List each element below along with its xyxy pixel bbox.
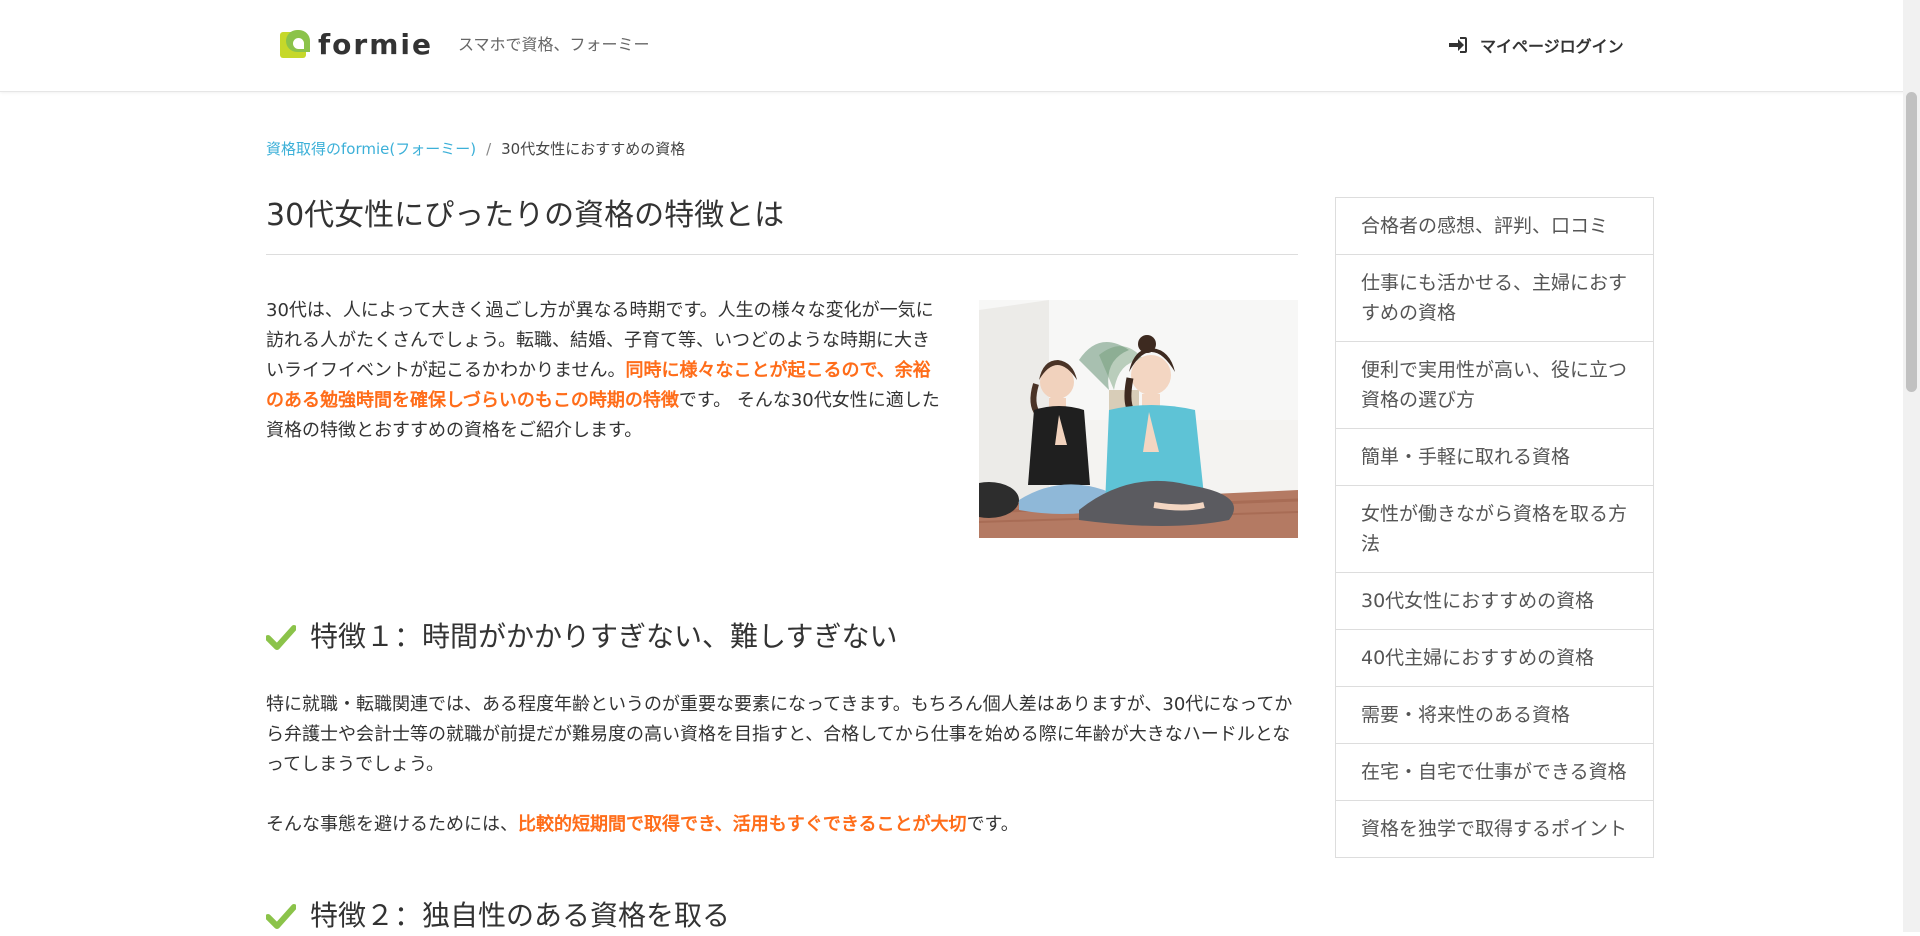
para2-highlight: 比較的短期間で取得でき、活用もすぐできることが大切 xyxy=(518,814,967,835)
page-scrollbar[interactable] xyxy=(1903,0,1920,932)
sidebar-item-working-women[interactable]: 女性が働きながら資格を取る方法 xyxy=(1336,486,1653,573)
sidebar-item-useful[interactable]: 便利で実用性が高い、役に立つ資格の選び方 xyxy=(1336,342,1653,429)
sign-in-icon xyxy=(1449,37,1467,53)
para2-text-end: です。 xyxy=(966,814,1019,835)
scrollbar-thumb[interactable] xyxy=(1906,92,1917,392)
feature2-heading-text: 特徴２：独自性のある資格を取る xyxy=(310,899,731,932)
sidebar-item-reviews[interactable]: 合格者の感想、評判、口コミ xyxy=(1336,198,1653,255)
breadcrumb-separator: / xyxy=(486,140,492,158)
feature1-paragraph-1: 特に就職・転職関連では、ある程度年齢というのが重要な要素になってきます。もちろん… xyxy=(266,694,1293,775)
sidebar-item-work-from-home[interactable]: 在宅・自宅で仕事ができる資格 xyxy=(1336,744,1653,801)
yoga-women-image xyxy=(979,300,1298,538)
main-content: 30代女性にぴったりの資格の特徴とは 30代は、人によって大きく過ごし方が異なる… xyxy=(266,196,1298,932)
site-header: formie スマホで資格、フォーミー マイページログイン xyxy=(0,0,1920,92)
checkmark-icon xyxy=(266,904,296,929)
sidebar-menu: 合格者の感想、評判、口コミ 仕事にも活かせる、主婦におすすめの資格 便利で実用性… xyxy=(1335,197,1654,858)
login-label: マイページログイン xyxy=(1480,37,1624,56)
sidebar-item-40s-housewife[interactable]: 40代主婦におすすめの資格 xyxy=(1336,630,1653,687)
breadcrumb: 資格取得のformie(フォーミー) / 30代女性におすすめの資格 xyxy=(266,138,685,160)
sidebar-item-easy[interactable]: 簡単・手軽に取れる資格 xyxy=(1336,429,1653,486)
feature1-paragraph-2: そんな事態を避けるためには、比較的短期間で取得でき、活用もすぐできることが大切で… xyxy=(266,810,1298,840)
feature1-heading: 特徴１：時間がかかりすぎない、難しすぎない xyxy=(266,617,897,657)
formie-logo-icon xyxy=(280,30,310,60)
formie-logo[interactable]: formie xyxy=(280,28,433,62)
breadcrumb-home-link[interactable]: 資格取得のformie(フォーミー) xyxy=(266,138,476,160)
sidebar-item-self-study[interactable]: 資格を独学で取得するポイント xyxy=(1336,801,1653,858)
para2-text: そんな事態を避けるためには、 xyxy=(266,814,518,835)
page-title: 30代女性にぴったりの資格の特徴とは xyxy=(266,196,1298,255)
intro-paragraph: 30代は、人によって大きく過ごし方が異なる時期です。人生の様々な変化が一気に訪れ… xyxy=(266,296,946,446)
site-tagline: スマホで資格、フォーミー xyxy=(458,35,650,54)
feature1-heading-text: 特徴１：時間がかかりすぎない、難しすぎない xyxy=(310,620,898,653)
logo-text: formie xyxy=(318,28,433,61)
sidebar-item-housewife[interactable]: 仕事にも活かせる、主婦におすすめの資格 xyxy=(1336,255,1653,342)
checkmark-icon xyxy=(266,625,296,650)
mypage-login-link[interactable]: マイページログイン xyxy=(1448,32,1624,58)
sidebar-item-30s-women[interactable]: 30代女性におすすめの資格 xyxy=(1336,573,1653,630)
feature2-heading: 特徴２：独自性のある資格を取る xyxy=(266,896,730,936)
breadcrumb-current: 30代女性におすすめの資格 xyxy=(501,140,686,158)
sidebar-item-demand[interactable]: 需要・将来性のある資格 xyxy=(1336,687,1653,744)
